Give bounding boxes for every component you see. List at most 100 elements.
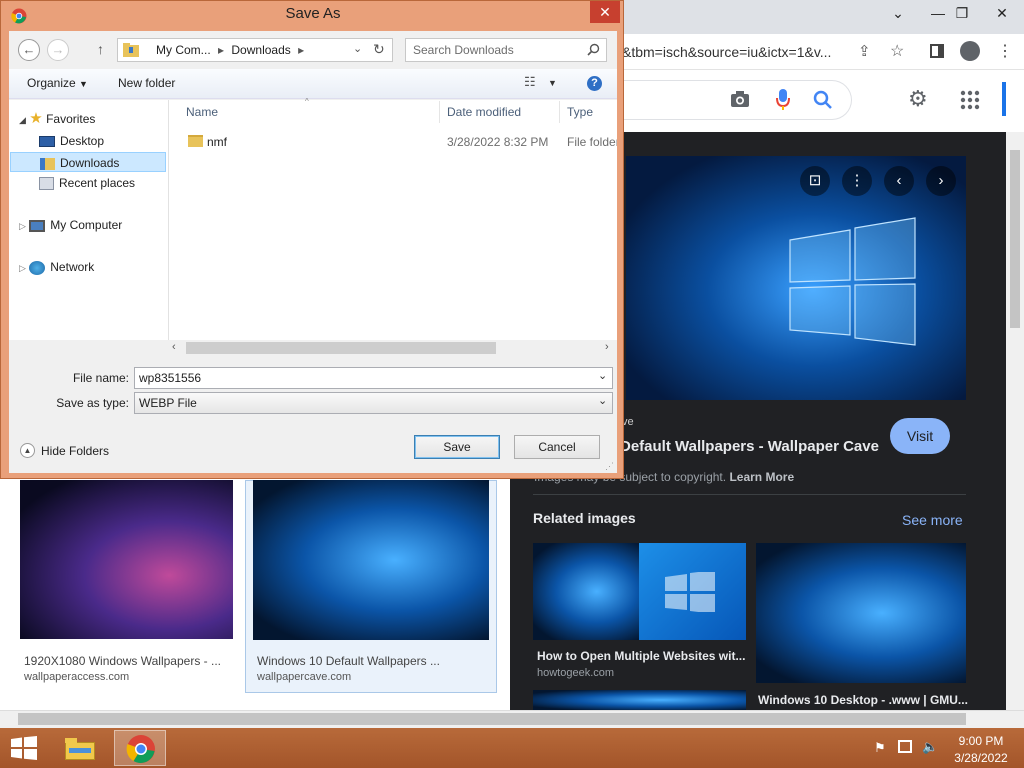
dialog-title: Save As [285, 5, 341, 22]
file-row[interactable] [186, 132, 616, 152]
column-divider[interactable] [439, 101, 440, 123]
scroll-thumb[interactable] [186, 342, 496, 354]
refresh-icon[interactable]: ↻ [373, 41, 385, 58]
nav-network[interactable]: ▷ Network [19, 257, 179, 277]
related-caption-2[interactable]: Windows 10 Desktop - .www | GMU... [758, 693, 968, 707]
network-status-icon[interactable] [898, 740, 912, 753]
expand-triangle-icon[interactable]: ▷ [19, 263, 26, 273]
result-image-2[interactable] [253, 480, 489, 640]
nav-downloads[interactable]: Downloads [10, 152, 166, 172]
file-name-dropdown-icon[interactable]: ⌄ [598, 369, 607, 382]
vertical-scroll-thumb[interactable] [1010, 150, 1020, 328]
related-image-3[interactable] [533, 690, 746, 710]
nav-desktop-label: Desktop [60, 134, 105, 148]
lens-search-icon[interactable]: ⊡ [800, 166, 830, 196]
save-button[interactable]: Save [414, 435, 500, 459]
visit-button[interactable]: Visit [890, 418, 950, 454]
camera-icon[interactable] [730, 90, 752, 110]
bookmark-star-icon[interactable]: ☆ [890, 41, 904, 61]
sort-indicator-icon: ^ [305, 97, 309, 106]
address-bar[interactable]: &tbm=isch&source=iu&ictx=1&v... [622, 44, 831, 60]
see-more-link[interactable]: See more [902, 512, 963, 528]
downloads-icon [40, 157, 55, 170]
back-arrow-icon[interactable]: ← [18, 39, 40, 61]
more-options-icon[interactable]: ⋮ [842, 166, 872, 196]
save-type-dropdown-icon[interactable]: ⌄ [598, 394, 607, 407]
cancel-button[interactable]: Cancel [514, 435, 600, 459]
new-folder-button[interactable]: New folder [118, 76, 175, 90]
menu-kebab-icon[interactable]: ⋮ [997, 41, 1013, 61]
save-as-type-label: Save as type: [56, 396, 129, 410]
clock-time[interactable]: 9:00 PM [950, 734, 1012, 748]
save-as-type-select[interactable]: WEBP File [134, 392, 613, 414]
scroll-left-icon[interactable]: ‹ [172, 341, 176, 353]
view-dropdown-icon[interactable]: ▼ [548, 78, 557, 88]
file-name-label: File name: [72, 371, 129, 385]
column-date-modified[interactable]: Date modified [447, 105, 521, 119]
result-caption-1[interactable]: 1920X1080 Windows Wallpapers - ... [24, 654, 221, 668]
nav-favorites[interactable]: ◢ ★ Favorites [19, 109, 179, 129]
dialog-close-button[interactable]: ✕ [590, 1, 620, 23]
file-name[interactable]: nmf [207, 135, 227, 149]
related-image-2[interactable] [756, 543, 966, 683]
profile-avatar[interactable] [960, 41, 980, 61]
resize-grip-icon[interactable]: ⋰ [605, 461, 614, 472]
related-image-1a[interactable] [533, 543, 639, 640]
hide-folders-icon[interactable]: ▲ [20, 443, 35, 458]
hide-folders-button[interactable]: Hide Folders [41, 444, 109, 458]
recent-places-icon [39, 177, 54, 191]
search-downloads-input[interactable]: Search Downloads [405, 38, 607, 62]
organize-menu[interactable]: Organize ▼ [27, 76, 88, 90]
result-caption-2[interactable]: Windows 10 Default Wallpapers ... [257, 654, 440, 668]
windows-logo-icon [665, 572, 715, 612]
star-icon: ★ [29, 110, 43, 127]
nav-favorites-label: Favorites [46, 112, 96, 126]
volume-muted-icon[interactable]: 🔈 [922, 739, 938, 755]
forward-arrow-icon[interactable]: → [47, 39, 69, 61]
column-name[interactable]: Name [186, 105, 218, 119]
breadcrumb-separator-icon[interactable]: ▸ [298, 43, 304, 57]
breadcrumb-my-computer[interactable]: My Com... [156, 43, 211, 57]
share-icon[interactable]: ⇪ [858, 42, 871, 60]
column-divider[interactable] [559, 101, 560, 123]
expand-triangle-icon[interactable]: ▷ [19, 221, 26, 231]
help-icon[interactable]: ? [587, 76, 602, 91]
detail-title[interactable]: Default Wallpapers - Wallpaper Cave [620, 438, 879, 455]
address-breadcrumb[interactable]: My Com... ▸ Downloads ▸ [117, 38, 393, 62]
clock-date[interactable]: 3/28/2022 [950, 751, 1012, 765]
apps-grid-icon[interactable] [960, 90, 980, 110]
start-windows-icon[interactable] [11, 736, 37, 760]
action-center-flag-icon[interactable]: ⚑ [874, 740, 886, 756]
file-name-input[interactable]: wp8351556 [134, 367, 613, 389]
collapse-triangle-icon[interactable]: ◢ [19, 115, 26, 125]
nav-downloads-label: Downloads [60, 156, 120, 170]
column-type[interactable]: Type [567, 105, 593, 119]
horizontal-scroll-thumb[interactable] [18, 713, 966, 725]
file-date: 3/28/2022 8:32 PM [447, 135, 549, 149]
result-source-2: wallpapercave.com [257, 671, 352, 683]
close-button[interactable]: ✕ [982, 0, 1022, 26]
restore-button[interactable]: ❐ [942, 0, 982, 26]
side-panel-icon[interactable] [930, 44, 944, 58]
scroll-right-icon[interactable]: › [605, 341, 609, 353]
settings-gear-icon[interactable]: ⚙ [908, 86, 928, 112]
related-source-1: howtogeek.com [537, 667, 615, 679]
up-arrow-icon[interactable]: ↑ [97, 41, 104, 57]
result-image-1[interactable] [20, 480, 233, 639]
breadcrumb-downloads[interactable]: Downloads [231, 43, 290, 57]
tab-search-icon[interactable]: ⌄ [878, 0, 918, 26]
view-options-icon[interactable]: ☷ [524, 74, 536, 90]
learn-more-link[interactable]: Learn More [729, 470, 794, 484]
microphone-icon[interactable] [775, 88, 791, 112]
search-icon[interactable] [813, 90, 833, 110]
address-dropdown-icon[interactable]: ⌄ [353, 42, 362, 55]
next-arrow-icon[interactable]: › [926, 166, 956, 196]
related-caption-1[interactable]: How to Open Multiple Websites wit... [537, 649, 745, 663]
previous-arrow-icon[interactable]: ‹ [884, 166, 914, 196]
nav-my-computer[interactable]: ▷ My Computer [19, 215, 179, 235]
file-explorer-icon[interactable] [63, 734, 97, 762]
search-icon[interactable] [587, 43, 600, 56]
nav-computer-label: My Computer [50, 218, 123, 232]
save-as-dialog: Save As ✕ ← → ↑ My Com... ▸ Downloads ▸ … [0, 0, 624, 479]
breadcrumb-separator-icon[interactable]: ▸ [218, 43, 224, 57]
